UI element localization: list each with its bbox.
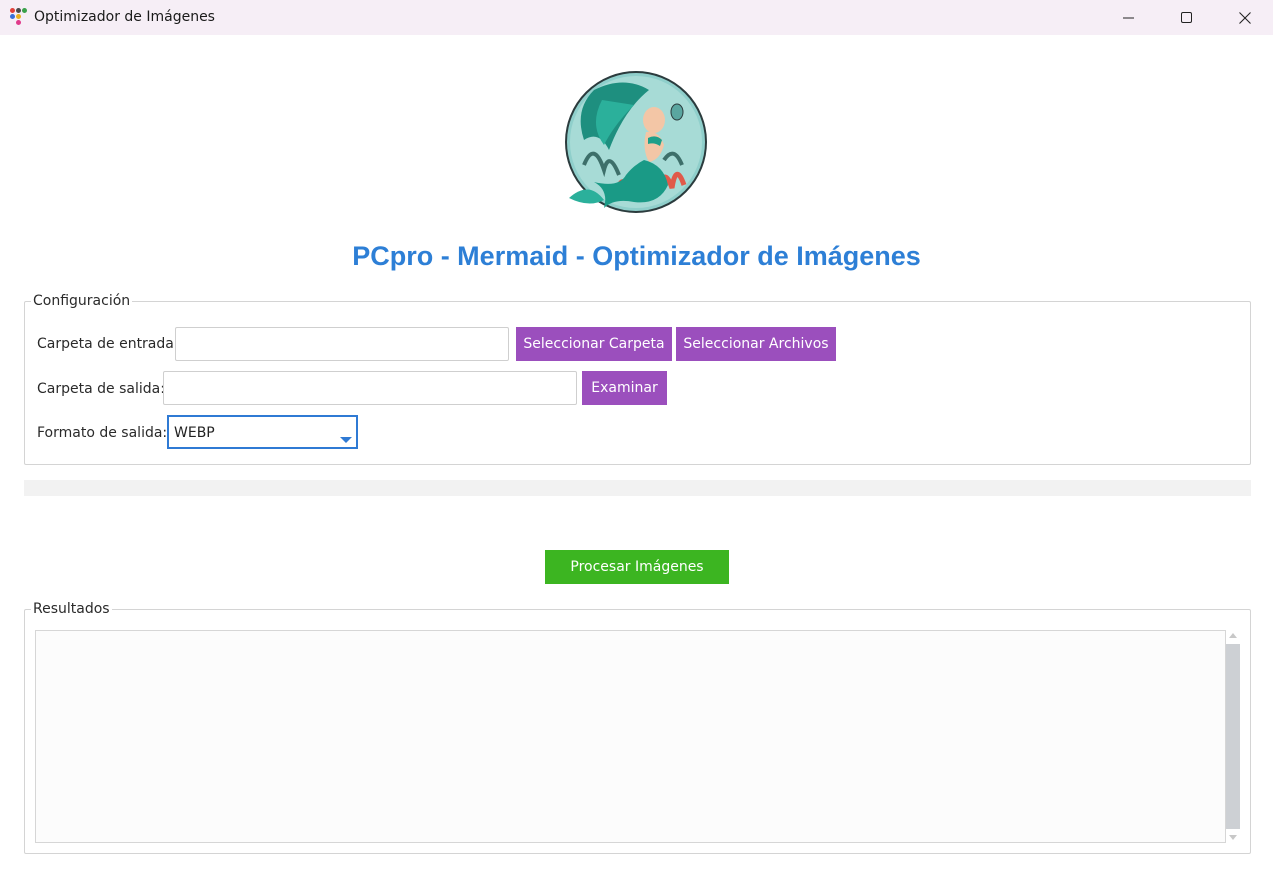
output-format-label: Formato de salida:: [37, 425, 168, 441]
input-folder-label: Carpeta de entrada:: [37, 336, 179, 352]
maximize-icon: [1181, 11, 1192, 23]
results-scrollbar[interactable]: [1226, 630, 1240, 843]
chevron-down-icon: [340, 437, 352, 443]
minimize-button[interactable]: [1100, 0, 1158, 35]
output-format-value: WEBP: [174, 425, 215, 441]
window-title: Optimizador de Imágenes: [34, 9, 215, 25]
window-titlebar: Optimizador de Imágenes: [0, 0, 1273, 35]
close-icon: [1239, 11, 1251, 24]
scrollbar-thumb[interactable]: [1226, 644, 1240, 829]
select-files-button[interactable]: Seleccionar Archivos: [676, 327, 836, 361]
process-images-button[interactable]: Procesar Imágenes: [545, 550, 729, 584]
results-legend: Resultados: [31, 601, 112, 617]
close-button[interactable]: [1216, 0, 1273, 35]
output-folder-field[interactable]: [163, 371, 577, 405]
config-legend: Configuración: [31, 293, 133, 309]
scroll-up-icon[interactable]: [1229, 633, 1237, 638]
mermaid-logo: [565, 71, 707, 213]
input-folder-field[interactable]: [175, 327, 509, 361]
results-textarea[interactable]: [35, 630, 1226, 843]
select-folder-button[interactable]: Seleccionar Carpeta: [516, 327, 672, 361]
app-heading: PCpro - Mermaid - Optimizador de Imágene…: [352, 241, 921, 271]
app-dots-icon: [10, 8, 28, 26]
scroll-down-icon[interactable]: [1229, 835, 1237, 840]
progress-bar: [24, 480, 1251, 496]
maximize-button[interactable]: [1158, 0, 1216, 35]
minimize-icon: [1123, 17, 1134, 18]
output-folder-label: Carpeta de salida:: [37, 381, 165, 397]
browse-button[interactable]: Examinar: [582, 371, 667, 405]
output-format-select[interactable]: WEBP: [167, 415, 358, 449]
